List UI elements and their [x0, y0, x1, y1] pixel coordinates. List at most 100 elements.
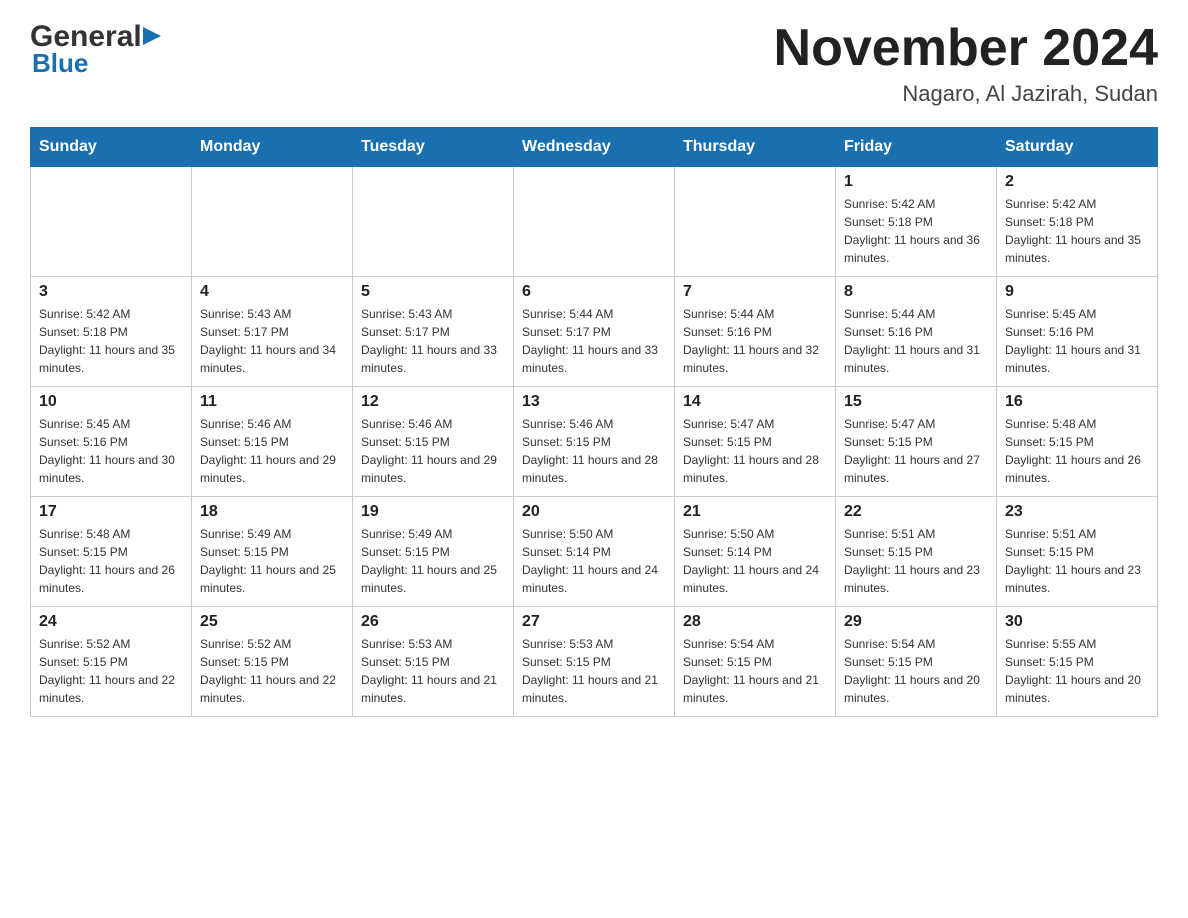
cell-w2-d5: 7 Sunrise: 5:44 AMSunset: 5:16 PMDaylight…: [675, 277, 836, 387]
cell-w5-d6: 29 Sunrise: 5:54 AMSunset: 5:15 PMDayligh…: [836, 607, 997, 717]
day-number: 11: [200, 393, 344, 411]
week-row-2: 3Sunrise: 5:42 AMSunset: 5:18 PMDaylight…: [31, 277, 1158, 387]
day-info: Sunrise: 5:43 AMSunset: 5:17 PMDaylight:…: [361, 305, 505, 377]
day-info: Sunrise: 5:53 AMSunset: 5:15 PMDaylight:…: [522, 635, 666, 707]
calendar-table: Sunday Monday Tuesday Wednesday Thursday…: [30, 127, 1158, 717]
day-number: 26: [361, 613, 505, 631]
day-info: Sunrise: 5:47 AMSunset: 5:15 PMDaylight:…: [844, 415, 988, 487]
day-info: Sunrise: 5:52 AMSunset: 5:15 PMDaylight:…: [39, 635, 183, 707]
cell-w3-d5: 14 Sunrise: 5:47 AMSunset: 5:15 PMDayligh…: [675, 387, 836, 497]
cell-w4-d6: 22 Sunrise: 5:51 AMSunset: 5:15 PMDayligh…: [836, 497, 997, 607]
cell-w1-d7: 2 Sunrise: 5:42 AMSunset: 5:18 PMDaylight…: [997, 167, 1158, 277]
cell-w1-d6: 1 Sunrise: 5:42 AMSunset: 5:18 PMDaylight…: [836, 167, 997, 277]
day-number: 27: [522, 613, 666, 631]
day-info: Sunrise: 5:50 AMSunset: 5:14 PMDaylight:…: [683, 525, 827, 597]
day-info: Sunrise: 5:42 AMSunset: 5:18 PMDaylight:…: [39, 305, 183, 377]
day-info: Sunrise: 5:44 AMSunset: 5:16 PMDaylight:…: [683, 305, 827, 377]
day-number: 19: [361, 503, 505, 521]
day-info: Sunrise: 5:42 AMSunset: 5:18 PMDaylight:…: [844, 195, 988, 267]
day-number: 18: [200, 503, 344, 521]
day-number: 29: [844, 613, 988, 631]
day-info: Sunrise: 5:46 AMSunset: 5:15 PMDaylight:…: [200, 415, 344, 487]
col-monday: Monday: [192, 128, 353, 167]
week-row-4: 17 Sunrise: 5:48 AMSunset: 5:15 PMDayligh…: [31, 497, 1158, 607]
day-number: 13: [522, 393, 666, 411]
day-number: 16: [1005, 393, 1149, 411]
day-number: 5: [361, 283, 505, 301]
col-friday: Friday: [836, 128, 997, 167]
cell-w3-d6: 15 Sunrise: 5:47 AMSunset: 5:15 PMDayligh…: [836, 387, 997, 497]
day-info: Sunrise: 5:43 AMSunset: 5:17 PMDaylight:…: [200, 305, 344, 377]
cell-w4-d5: 21 Sunrise: 5:50 AMSunset: 5:14 PMDayligh…: [675, 497, 836, 607]
col-tuesday: Tuesday: [353, 128, 514, 167]
cell-w2-d7: 9Sunrise: 5:45 AMSunset: 5:16 PMDaylight…: [997, 277, 1158, 387]
day-number: 12: [361, 393, 505, 411]
cell-w4-d1: 17 Sunrise: 5:48 AMSunset: 5:15 PMDayligh…: [31, 497, 192, 607]
day-info: Sunrise: 5:51 AMSunset: 5:15 PMDaylight:…: [844, 525, 988, 597]
cell-w4-d2: 18 Sunrise: 5:49 AMSunset: 5:15 PMDayligh…: [192, 497, 353, 607]
calendar-header: Sunday Monday Tuesday Wednesday Thursday…: [31, 128, 1158, 167]
cell-w4-d3: 19 Sunrise: 5:49 AMSunset: 5:15 PMDayligh…: [353, 497, 514, 607]
cell-w5-d2: 25 Sunrise: 5:52 AMSunset: 5:15 PMDayligh…: [192, 607, 353, 717]
calendar-body: 1 Sunrise: 5:42 AMSunset: 5:18 PMDaylight…: [31, 167, 1158, 717]
day-number: 2: [1005, 173, 1149, 191]
cell-w2-d1: 3Sunrise: 5:42 AMSunset: 5:18 PMDaylight…: [31, 277, 192, 387]
day-info: Sunrise: 5:45 AMSunset: 5:16 PMDaylight:…: [39, 415, 183, 487]
day-number: 28: [683, 613, 827, 631]
day-number: 8: [844, 283, 988, 301]
day-number: 6: [522, 283, 666, 301]
day-number: 25: [200, 613, 344, 631]
cell-w5-d7: 30 Sunrise: 5:55 AMSunset: 5:15 PMDayligh…: [997, 607, 1158, 717]
day-number: 1: [844, 173, 988, 191]
cell-w1-d3: [353, 167, 514, 277]
day-info: Sunrise: 5:48 AMSunset: 5:15 PMDaylight:…: [39, 525, 183, 597]
day-number: 14: [683, 393, 827, 411]
col-saturday: Saturday: [997, 128, 1158, 167]
day-info: Sunrise: 5:47 AMSunset: 5:15 PMDaylight:…: [683, 415, 827, 487]
day-number: 17: [39, 503, 183, 521]
cell-w2-d6: 8 Sunrise: 5:44 AMSunset: 5:16 PMDaylight…: [836, 277, 997, 387]
day-info: Sunrise: 5:44 AMSunset: 5:17 PMDaylight:…: [522, 305, 666, 377]
cell-w5-d5: 28 Sunrise: 5:54 AMSunset: 5:15 PMDayligh…: [675, 607, 836, 717]
day-number: 20: [522, 503, 666, 521]
title-section: November 2024 Nagaro, Al Jazirah, Sudan: [774, 20, 1158, 107]
week-row-5: 24 Sunrise: 5:52 AMSunset: 5:15 PMDayligh…: [31, 607, 1158, 717]
day-info: Sunrise: 5:48 AMSunset: 5:15 PMDaylight:…: [1005, 415, 1149, 487]
day-number: 7: [683, 283, 827, 301]
day-info: Sunrise: 5:52 AMSunset: 5:15 PMDaylight:…: [200, 635, 344, 707]
day-number: 4: [200, 283, 344, 301]
header-row: Sunday Monday Tuesday Wednesday Thursday…: [31, 128, 1158, 167]
page-header: General Blue November 2024 Nagaro, Al Ja…: [30, 20, 1158, 107]
day-number: 24: [39, 613, 183, 631]
day-info: Sunrise: 5:54 AMSunset: 5:15 PMDaylight:…: [844, 635, 988, 707]
logo-blue-text: Blue: [32, 48, 88, 79]
day-number: 30: [1005, 613, 1149, 631]
cell-w3-d7: 16 Sunrise: 5:48 AMSunset: 5:15 PMDayligh…: [997, 387, 1158, 497]
day-number: 21: [683, 503, 827, 521]
week-row-3: 10 Sunrise: 5:45 AMSunset: 5:16 PMDayligh…: [31, 387, 1158, 497]
col-sunday: Sunday: [31, 128, 192, 167]
day-info: Sunrise: 5:49 AMSunset: 5:15 PMDaylight:…: [361, 525, 505, 597]
cell-w1-d2: [192, 167, 353, 277]
cell-w3-d3: 12 Sunrise: 5:46 AMSunset: 5:15 PMDayligh…: [353, 387, 514, 497]
month-year-title: November 2024: [774, 20, 1158, 77]
day-info: Sunrise: 5:45 AMSunset: 5:16 PMDaylight:…: [1005, 305, 1149, 377]
day-info: Sunrise: 5:51 AMSunset: 5:15 PMDaylight:…: [1005, 525, 1149, 597]
logo: General Blue: [30, 20, 165, 79]
cell-w5-d3: 26Sunrise: 5:53 AMSunset: 5:15 PMDayligh…: [353, 607, 514, 717]
day-number: 10: [39, 393, 183, 411]
day-info: Sunrise: 5:42 AMSunset: 5:18 PMDaylight:…: [1005, 195, 1149, 267]
cell-w2-d2: 4 Sunrise: 5:43 AMSunset: 5:17 PMDaylight…: [192, 277, 353, 387]
location-subtitle: Nagaro, Al Jazirah, Sudan: [774, 81, 1158, 107]
cell-w5-d1: 24 Sunrise: 5:52 AMSunset: 5:15 PMDayligh…: [31, 607, 192, 717]
day-info: Sunrise: 5:46 AMSunset: 5:15 PMDaylight:…: [361, 415, 505, 487]
day-number: 22: [844, 503, 988, 521]
col-wednesday: Wednesday: [514, 128, 675, 167]
cell-w1-d4: [514, 167, 675, 277]
day-info: Sunrise: 5:54 AMSunset: 5:15 PMDaylight:…: [683, 635, 827, 707]
cell-w2-d3: 5 Sunrise: 5:43 AMSunset: 5:17 PMDaylight…: [353, 277, 514, 387]
day-info: Sunrise: 5:55 AMSunset: 5:15 PMDaylight:…: [1005, 635, 1149, 707]
day-info: Sunrise: 5:44 AMSunset: 5:16 PMDaylight:…: [844, 305, 988, 377]
day-info: Sunrise: 5:49 AMSunset: 5:15 PMDaylight:…: [200, 525, 344, 597]
day-number: 15: [844, 393, 988, 411]
